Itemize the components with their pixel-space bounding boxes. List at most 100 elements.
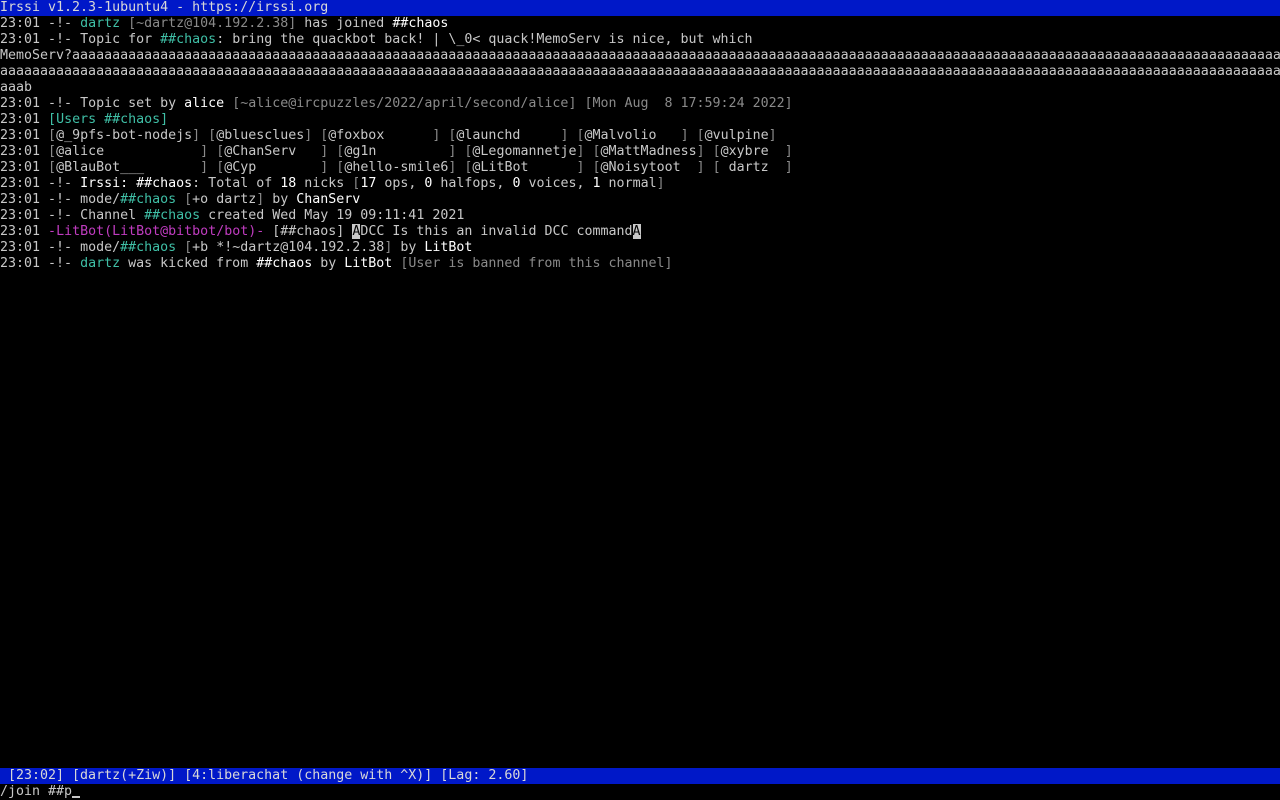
chat-segment: @g1n (344, 144, 449, 159)
chat-segment: LitBot (56, 224, 105, 239)
chat-segment: [ (576, 128, 585, 143)
chat-line: aaaaaaaaaaaaaaaaaaaaaaaaaaaaaaaaaaaaaaaa… (0, 64, 1280, 80)
chat-segment: -!- (48, 96, 81, 111)
chat-segment: [ (216, 160, 225, 175)
chat-segment: ~dartz@104.192.2.38 (136, 16, 289, 31)
chat-line: 23:01 -!- Topic set by alice [~alice@irc… (0, 96, 1280, 112)
chat-segment: 18 (280, 176, 297, 191)
chat-segment: dartz (720, 160, 785, 175)
chat-segment: @launchd (456, 128, 561, 143)
chat-segment: voices, (520, 176, 593, 191)
chat-segment: Topic set by (80, 96, 185, 111)
chat-segment: [ (216, 144, 225, 159)
chat-segment: [ (48, 112, 57, 127)
chat-segment: ] (696, 144, 713, 159)
chat-segment: Mon Aug 8 17:59:24 2022 (592, 96, 785, 111)
chat-segment: [ (696, 128, 705, 143)
chat-segment: [ (208, 128, 217, 143)
chat-segment: Irssi: (80, 176, 137, 191)
chat-segment: 23:01 (0, 256, 49, 271)
chat-segment: ##chaos (160, 32, 217, 47)
chat-segment: [ (176, 240, 193, 255)
chat-segment: ] (576, 144, 593, 159)
chat-segment: ##chaos (256, 256, 313, 271)
chat-segment: LitBot (424, 240, 473, 255)
chat-segment: [ (120, 16, 137, 31)
chat-segment: 1 (592, 176, 601, 191)
chat-segment: ( (104, 224, 113, 239)
chat-segment: A (632, 224, 641, 239)
chat-segment: by (264, 192, 297, 207)
chat-segment: -!- (48, 240, 81, 255)
chat-segment: @alice (56, 144, 201, 159)
chat-segment: has joined (296, 16, 393, 31)
chat-segment: @vulpine (704, 128, 769, 143)
chat-segment: ChanServ (296, 192, 361, 207)
chat-segment: [ (576, 96, 593, 111)
chat-segment: @foxbox (328, 128, 433, 143)
chat-segment: [ (592, 144, 601, 159)
chat-segment: ] (768, 128, 777, 143)
chat-segment: @LitBot (472, 160, 577, 175)
chat-segment: @_9pfs-bot-nodejs (56, 128, 193, 143)
chat-segment: ##chaos (144, 208, 201, 223)
input-value[interactable]: /join ##p (0, 784, 72, 799)
chat-segment: halfops, (432, 176, 513, 191)
chat-segment: +b *!~dartz@104.192.2.38 (192, 240, 385, 255)
chat-segment: 23:01 (0, 32, 49, 47)
chat-segment: aaab (0, 80, 33, 95)
chat-line: 23:01 -!- mode/##chaos [+o dartz] by Cha… (0, 192, 1280, 208)
chat-segment: ] (560, 128, 577, 143)
chat-segment: ##chaos (136, 176, 193, 191)
chat-segment: 23:01 (0, 96, 49, 111)
chat-segment: : Total of (192, 176, 281, 191)
chat-segment: ] (784, 144, 793, 159)
chat-segment: 23:01 (0, 176, 49, 191)
title-bar: Irssi v1.2.3-1ubuntu4 - https://irssi.or… (0, 0, 1280, 16)
command-input[interactable]: /join ##p (0, 784, 1280, 800)
chat-segment: @Malvolio (584, 128, 681, 143)
chat-segment: [ (224, 96, 241, 111)
chat-scrollback[interactable]: 23:01 -!- dartz [~dartz@104.192.2.38] ha… (0, 16, 1280, 768)
chat-segment: @Noisytoot (600, 160, 697, 175)
status-bar: [23:02] [dartz(+Ziw)] [4:liberachat (cha… (0, 768, 1280, 784)
chat-segment: LitBot@bitbot/bot (112, 224, 249, 239)
chat-segment: ] (696, 160, 713, 175)
chat-segment: [ (176, 192, 193, 207)
chat-segment: ] (320, 160, 337, 175)
chat-segment: by (312, 256, 345, 271)
chat-segment: [ (592, 160, 601, 175)
chat-segment: Users (56, 112, 105, 127)
chat-segment: 23:01 (0, 192, 49, 207)
chat-segment: : bring the quackbot back! | \_0< quack!… (216, 32, 753, 47)
chat-segment: -!- (48, 208, 81, 223)
chat-segment: -!- (48, 32, 81, 47)
chat-segment: ] (160, 112, 169, 127)
chat-segment: ##chaos (120, 240, 177, 255)
chat-segment: @Legomannetje (472, 144, 577, 159)
chat-line: 23:01 -!- Channel ##chaos created Wed Ma… (0, 208, 1280, 224)
chat-line: 23:01 -!- dartz [~dartz@104.192.2.38] ha… (0, 16, 1280, 32)
chat-segment: ] (576, 160, 593, 175)
chat-line: 23:01 -!- mode/##chaos [+b *!~dartz@104.… (0, 240, 1280, 256)
chat-line: 23:01 [@_9pfs-bot-nodejs] [@bluesclues] … (0, 128, 1280, 144)
chat-segment: aaaaaaaaaaaaaaaaaaaaaaaaaaaaaaaaaaaaaaaa… (0, 64, 1280, 79)
chat-segment: MemoServ?aaaaaaaaaaaaaaaaaaaaaaaaaaaaaaa… (0, 48, 1280, 63)
chat-segment: 17 (360, 176, 377, 191)
chat-segment: ] (448, 160, 465, 175)
chat-segment: ] (192, 128, 209, 143)
chat-segment: [ (48, 160, 57, 175)
chat-line: 23:01 [Users ##chaos] (0, 112, 1280, 128)
chat-segment: Topic for (80, 32, 161, 47)
chat-segment: ] (656, 176, 665, 191)
chat-segment: 23:01 (0, 144, 49, 159)
chat-segment: ] (784, 160, 793, 175)
chat-segment: 23:01 (0, 160, 49, 175)
chat-segment: 23:01 (0, 112, 49, 127)
chat-segment: alice (184, 96, 225, 111)
chat-segment: by (392, 240, 425, 255)
chat-segment: - (48, 224, 57, 239)
chat-segment: dartz (80, 256, 121, 271)
chat-segment: LitBot (344, 256, 393, 271)
chat-segment: Channel (80, 208, 145, 223)
